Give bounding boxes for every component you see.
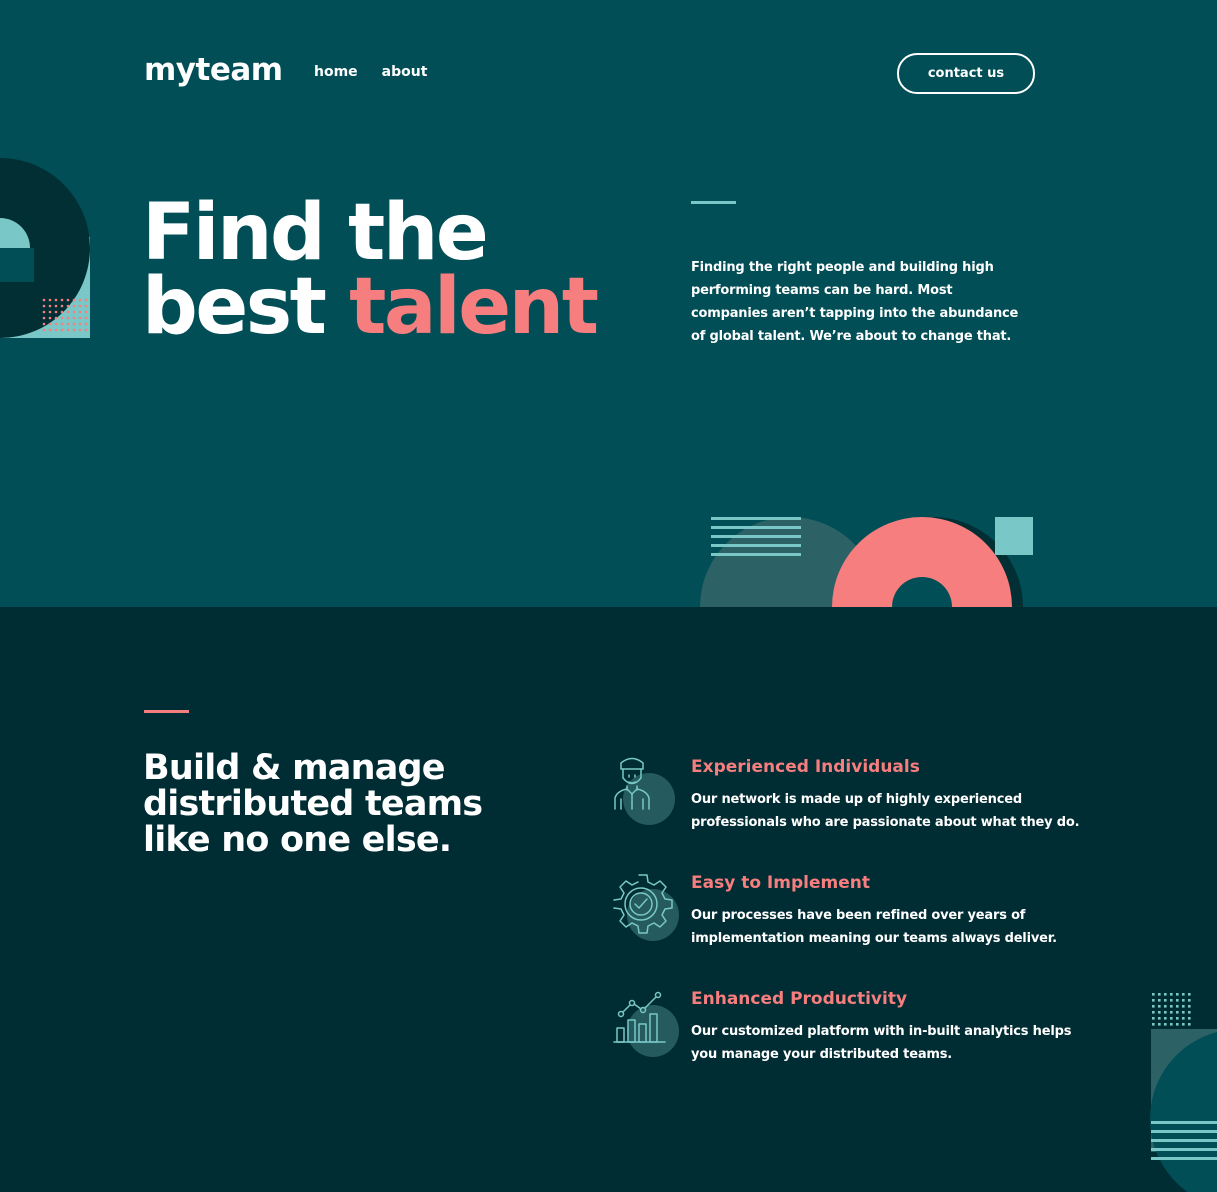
feature-heading: Easy to Implement: [691, 873, 870, 893]
main-nav: home about: [314, 62, 427, 82]
nav-home-link[interactable]: home: [314, 62, 358, 82]
person-icon: [614, 757, 675, 825]
hero-section: myteam home about contact us Find the be…: [0, 0, 1217, 607]
hero-description: Finding the right people and building hi…: [691, 260, 1019, 344]
chart-icon: [613, 991, 679, 1057]
hero-accent-dash: [691, 201, 736, 204]
features-right-decoration: [1150, 993, 1217, 1192]
feature-item-experienced: Experienced Individuals Our network is m…: [613, 756, 1093, 846]
logo[interactable]: myteam: [144, 50, 283, 90]
feature-body: Our customized platform with in-built an…: [691, 1024, 1072, 1062]
features-title: Build & manage distributed teams like no…: [143, 748, 483, 860]
features-section: Build & manage distributed teams like no…: [0, 607, 1217, 1192]
feature-body: Our network is made up of highly experie…: [691, 792, 1080, 830]
feature-body: Our processes have been refined over yea…: [691, 908, 1057, 946]
nav-about-link[interactable]: about: [382, 62, 428, 82]
hero-bottom-decoration: [700, 517, 1033, 607]
feature-heading: Enhanced Productivity: [691, 989, 908, 1009]
cog-check-icon: [613, 874, 679, 941]
hero-left-decoration: [0, 158, 90, 338]
contact-us-button[interactable]: contact us: [897, 53, 1035, 94]
hero-title: Find the best talent: [142, 194, 599, 346]
feature-item-easy: Easy to Implement Our processes have bee…: [613, 872, 1093, 962]
hero-title-accent: talent: [349, 262, 599, 352]
feature-heading: Experienced Individuals: [691, 757, 920, 777]
hero-title-line2: best: [142, 262, 327, 352]
features-accent-dash: [144, 710, 189, 713]
feature-item-productivity: Enhanced Productivity Our customized pla…: [613, 988, 1093, 1078]
